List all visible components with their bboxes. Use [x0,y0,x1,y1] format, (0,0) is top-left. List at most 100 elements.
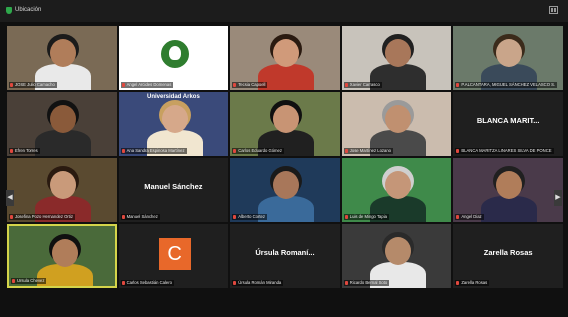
muted-mic-icon [344,149,348,153]
participant-face [384,39,411,67]
participant-name-text: BLANCA MARITZA LINARES SILVA DE PONCE [461,148,552,153]
participant-name-label: Jose Martínez Lozano [343,148,393,154]
participant-face [384,237,411,265]
participant-name-label: Alberto Cortez [232,214,267,220]
participant-face [50,105,76,133]
muted-mic-icon [233,83,237,87]
muted-mic-icon [121,281,125,285]
muted-mic-icon [456,83,460,87]
participant-tile[interactable]: BLANCA MARIT... BLANCA MARITZA LINARES SI… [453,92,563,156]
participant-tile[interactable]: Úrsula Romaní... Úrsula Román Miranda [230,224,340,288]
participant-tile[interactable]: Angel Arcides Domenas [118,26,229,90]
participant-face [384,105,411,133]
participant-tile[interactable]: Ursula Chevez [7,224,117,288]
participant-name-text: Angel Diaz [461,214,482,219]
window-title-bar: Ubicación [0,0,568,22]
participant-name-label: Josefina Pozo Hernandez Ortiz [9,214,75,220]
participant-name-text: Ursula Chevez [17,278,45,283]
muted-mic-icon [12,279,15,283]
muted-mic-icon [10,83,13,87]
next-page-arrow-icon[interactable]: ▶ [554,190,562,206]
participant-face [384,171,411,199]
participant-face [273,171,300,199]
participant-display-name: BLANCA MARIT... [476,116,540,125]
muted-mic-icon [456,215,460,219]
participant-name-text: Luis de Mingo Tapia [349,214,387,219]
muted-mic-icon [456,149,460,153]
participant-name-label: JOSE Julio Camacho [9,82,57,88]
participant-name-label: Manuel Sánchez [120,214,160,220]
participant-name-text: Carlos Sebastián Calero [126,280,172,285]
participant-tile[interactable]: Zarella Rosas Zarella Rosas [453,224,563,288]
avatar: C [158,238,191,270]
participant-display-name: Úrsula Romaní... [255,248,315,257]
participant-name-text: Efren Torres [15,148,38,153]
participant-name-label: Zarella Rosas [455,280,490,286]
participant-body [37,264,93,286]
muted-mic-icon [344,215,348,219]
muted-mic-icon [233,149,237,153]
participant-name-text: Josefina Pozo Hernandez Ortiz [15,214,73,219]
participant-name-text: P.ALCANTARA, MIGUEL SÁNCHEZ VELASCO S. [461,82,556,87]
participant-name-text: Carlos Eduardo Gómez [238,148,282,153]
participant-tile[interactable]: P.ALCANTARA, MIGUEL SÁNCHEZ VELASCO S. [453,26,563,90]
muted-mic-icon [456,281,460,285]
gallery-view-icon[interactable] [549,6,558,14]
participant-name-label: Angel Diaz [455,214,484,220]
participant-tile[interactable]: Josefina Pozo Hernandez Ortiz [7,158,117,222]
participant-name-text: Ricardo Bernal Soto [349,280,388,285]
organization-logo-icon [158,38,191,70]
participant-grid: JOSE Julio Camacho Angel Arcides Domenas T… [6,26,564,314]
participant-tile[interactable]: Xavier Carrasco [341,26,452,90]
participant-face [50,39,76,67]
participant-name-label: Tecsia Capoell [232,82,268,88]
participant-name-label: BLANCA MARITZA LINARES SILVA DE PONCE [455,148,554,154]
overlay-banner-text: Universidad Arkos [146,94,200,100]
participant-tile[interactable]: JOSE Julio Camacho [7,26,117,90]
muted-mic-icon [344,83,348,87]
participant-name-text: JOSE Julio Camacho [15,82,55,87]
participant-tile[interactable]: C Carlos Sebastián Calero [118,224,229,288]
muted-mic-icon [10,215,13,219]
participant-face [52,239,78,267]
participant-name-label: Ursula Chevez [11,278,47,284]
participant-name-label: Carlos Sebastián Calero [120,280,174,286]
muted-mic-icon [344,281,348,285]
participant-name-text: Jose Martínez Lozano [349,148,391,153]
participant-tile[interactable]: Manuel Sánchez Manuel Sánchez [118,158,229,222]
participant-tile[interactable]: Efren Torres [7,92,117,156]
participant-body [481,196,538,222]
muted-mic-icon [233,281,237,285]
participant-name-text: Alberto Cortez [238,214,265,219]
participant-name-text: Úrsula Román Miranda [238,280,282,285]
participant-name-text: Manuel Sánchez [126,214,158,219]
participant-name-text: Xavier Carrasco [349,82,380,87]
participant-tile[interactable]: Angel Diaz [453,158,563,222]
window-title: Ubicación [15,7,42,13]
participant-display-name: Zarella Rosas [483,248,533,257]
participant-name-text: Ana Sandra Espinosa Martínez [126,148,185,153]
muted-mic-icon [121,149,125,153]
participant-tile[interactable]: Universidad Arkos Ana Sandra Espinosa Mar… [118,92,229,156]
participant-tile[interactable]: Luis de Mingo Tapia [341,158,452,222]
participant-tile[interactable]: Jose Martínez Lozano [341,92,452,156]
participant-tile[interactable]: Ricardo Bernal Soto [341,224,452,288]
participant-name-label: Carlos Eduardo Gómez [232,148,284,154]
shield-icon [6,7,12,14]
video-conference-window: Ubicación JOSE Julio Camacho Angel Arcide… [0,0,568,317]
muted-mic-icon [121,83,125,87]
participant-face [161,105,188,133]
muted-mic-icon [10,149,13,153]
participant-face [50,171,76,199]
participant-name-label: Ricardo Bernal Soto [343,280,390,286]
participant-name-text: Zarella Rosas [461,280,488,285]
participant-name-label: Luis de Mingo Tapia [343,214,389,220]
participant-tile[interactable]: Tecsia Capoell [230,26,340,90]
prev-page-arrow-icon[interactable]: ◀ [6,190,14,206]
participant-tile[interactable]: Alberto Cortez [230,158,340,222]
participant-tile[interactable]: Carlos Eduardo Gómez [230,92,340,156]
participant-name-label: Efren Torres [9,148,40,154]
participant-name-label: Xavier Carrasco [343,82,382,88]
muted-mic-icon [121,215,125,219]
participant-display-name: Manuel Sánchez [144,182,203,191]
